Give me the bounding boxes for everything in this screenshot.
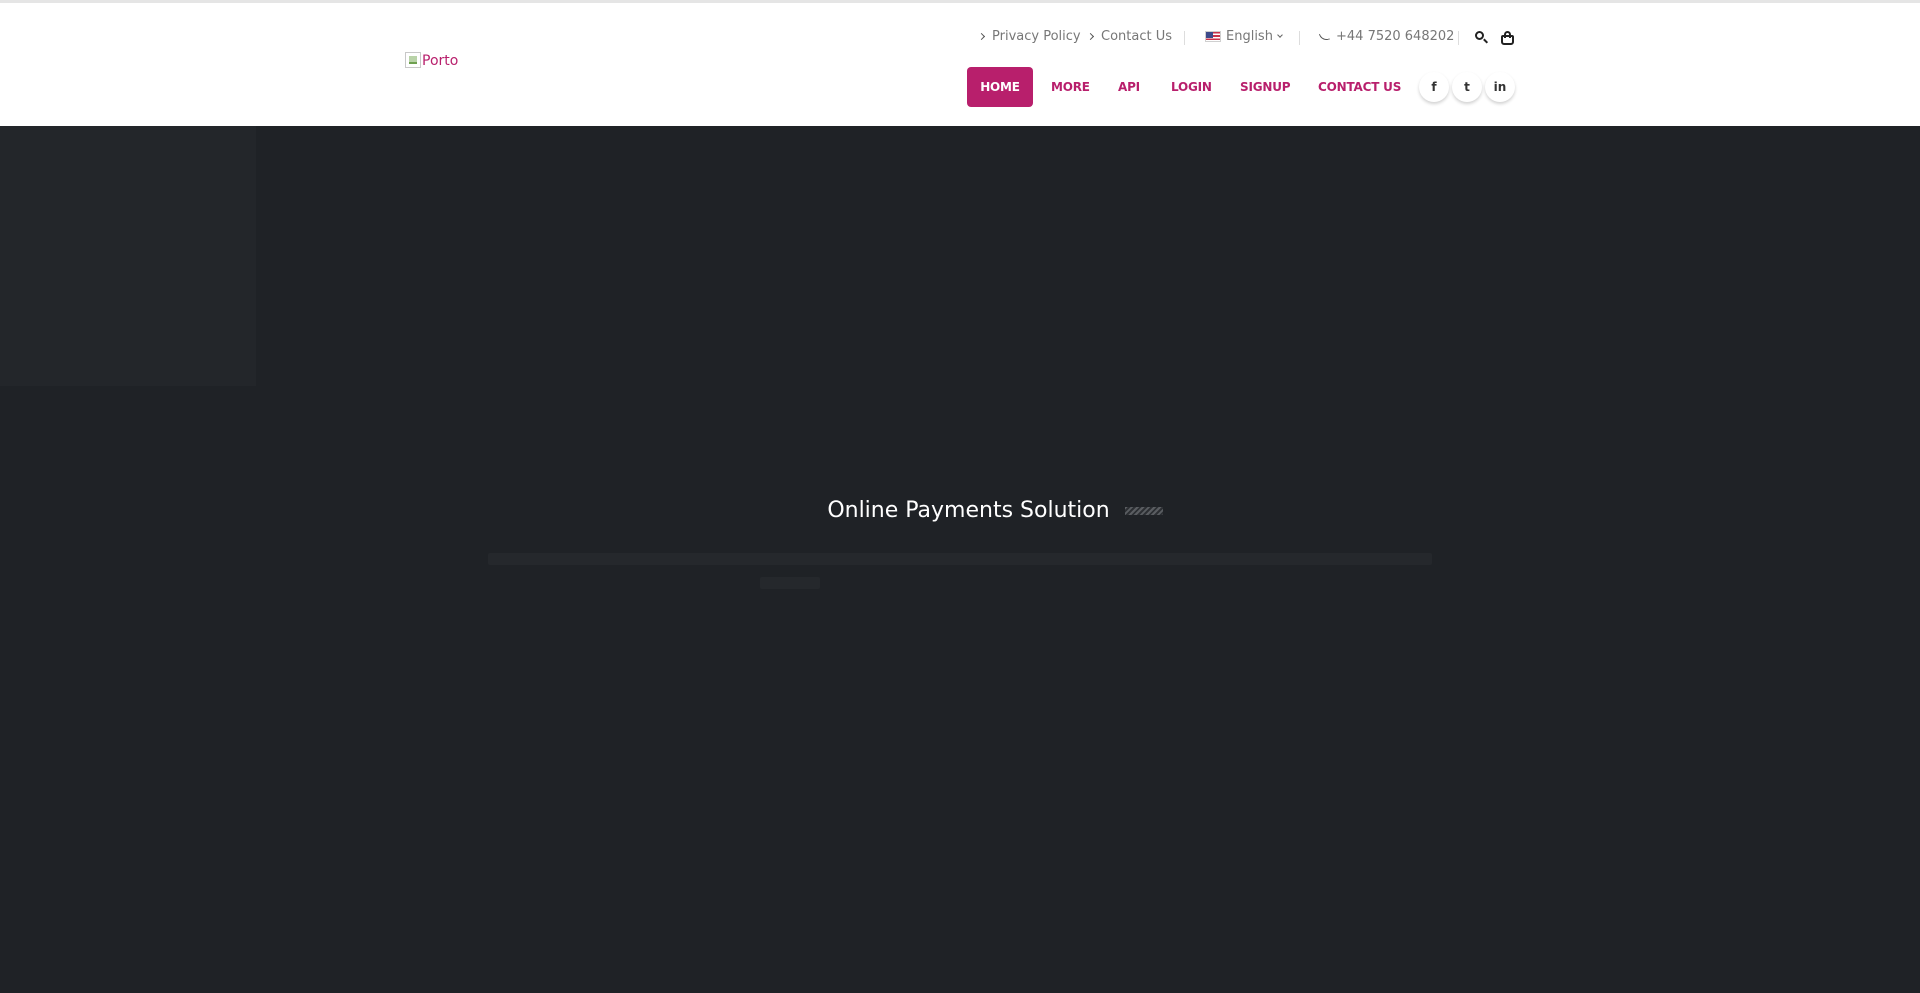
shopping-bag-icon[interactable] [1500, 30, 1516, 46]
site-header: Porto Privacy Policy Contact Us English … [0, 3, 1920, 126]
hero-section: Online Payments Solution [0, 126, 1920, 993]
hero-title: Online Payments Solution [0, 498, 1920, 523]
divider [1458, 31, 1459, 45]
hero-title-wrap: Online Payments Solution [827, 498, 1163, 523]
search-icon[interactable] [1474, 30, 1490, 46]
nav-signup[interactable]: SIGNUP [1240, 67, 1291, 107]
language-label: English [1226, 29, 1273, 44]
search-handle [1482, 38, 1489, 44]
broken-image-icon [405, 52, 421, 68]
main-navigation: HOME MORE API LOGIN SIGNUP CONTACT US [0, 67, 1920, 107]
nav-login[interactable]: LOGIN [1171, 67, 1212, 107]
nav-contact-us[interactable]: CONTACT US [1318, 67, 1401, 107]
hero-faded-text-line [760, 577, 820, 589]
phone-link[interactable]: +44 7520 648202 [1318, 29, 1455, 44]
nav-api[interactable]: API [1118, 67, 1140, 107]
hero-faded-text-line [488, 553, 1432, 565]
nav-more[interactable]: MORE [1051, 67, 1090, 107]
chevron-right-icon [977, 32, 986, 41]
divider [1299, 31, 1300, 45]
phone-icon [1318, 30, 1331, 43]
privacy-policy-label: Privacy Policy [992, 29, 1081, 44]
hero-title-text: Online Payments Solution [827, 498, 1110, 523]
chevron-right-icon [1086, 32, 1095, 41]
twitter-icon[interactable]: t [1452, 72, 1482, 102]
contact-us-link[interactable]: Contact Us [1086, 29, 1172, 44]
linkedin-icon[interactable]: in [1485, 72, 1515, 102]
decorative-hatch [1124, 506, 1163, 515]
chevron-down-icon [1277, 31, 1283, 38]
bag-body [1501, 35, 1514, 45]
us-flag-icon [1205, 31, 1221, 42]
language-selector[interactable]: English [1205, 29, 1283, 44]
divider [1184, 31, 1185, 45]
contact-us-label: Contact Us [1101, 29, 1172, 44]
facebook-icon[interactable]: f [1419, 72, 1449, 102]
phone-number: +44 7520 648202 [1336, 29, 1455, 44]
privacy-policy-link[interactable]: Privacy Policy [977, 29, 1081, 44]
hero-background-shade [0, 126, 256, 386]
header-top-bar: Privacy Policy Contact Us English +44 75… [0, 25, 1920, 51]
nav-home[interactable]: HOME [967, 67, 1033, 107]
